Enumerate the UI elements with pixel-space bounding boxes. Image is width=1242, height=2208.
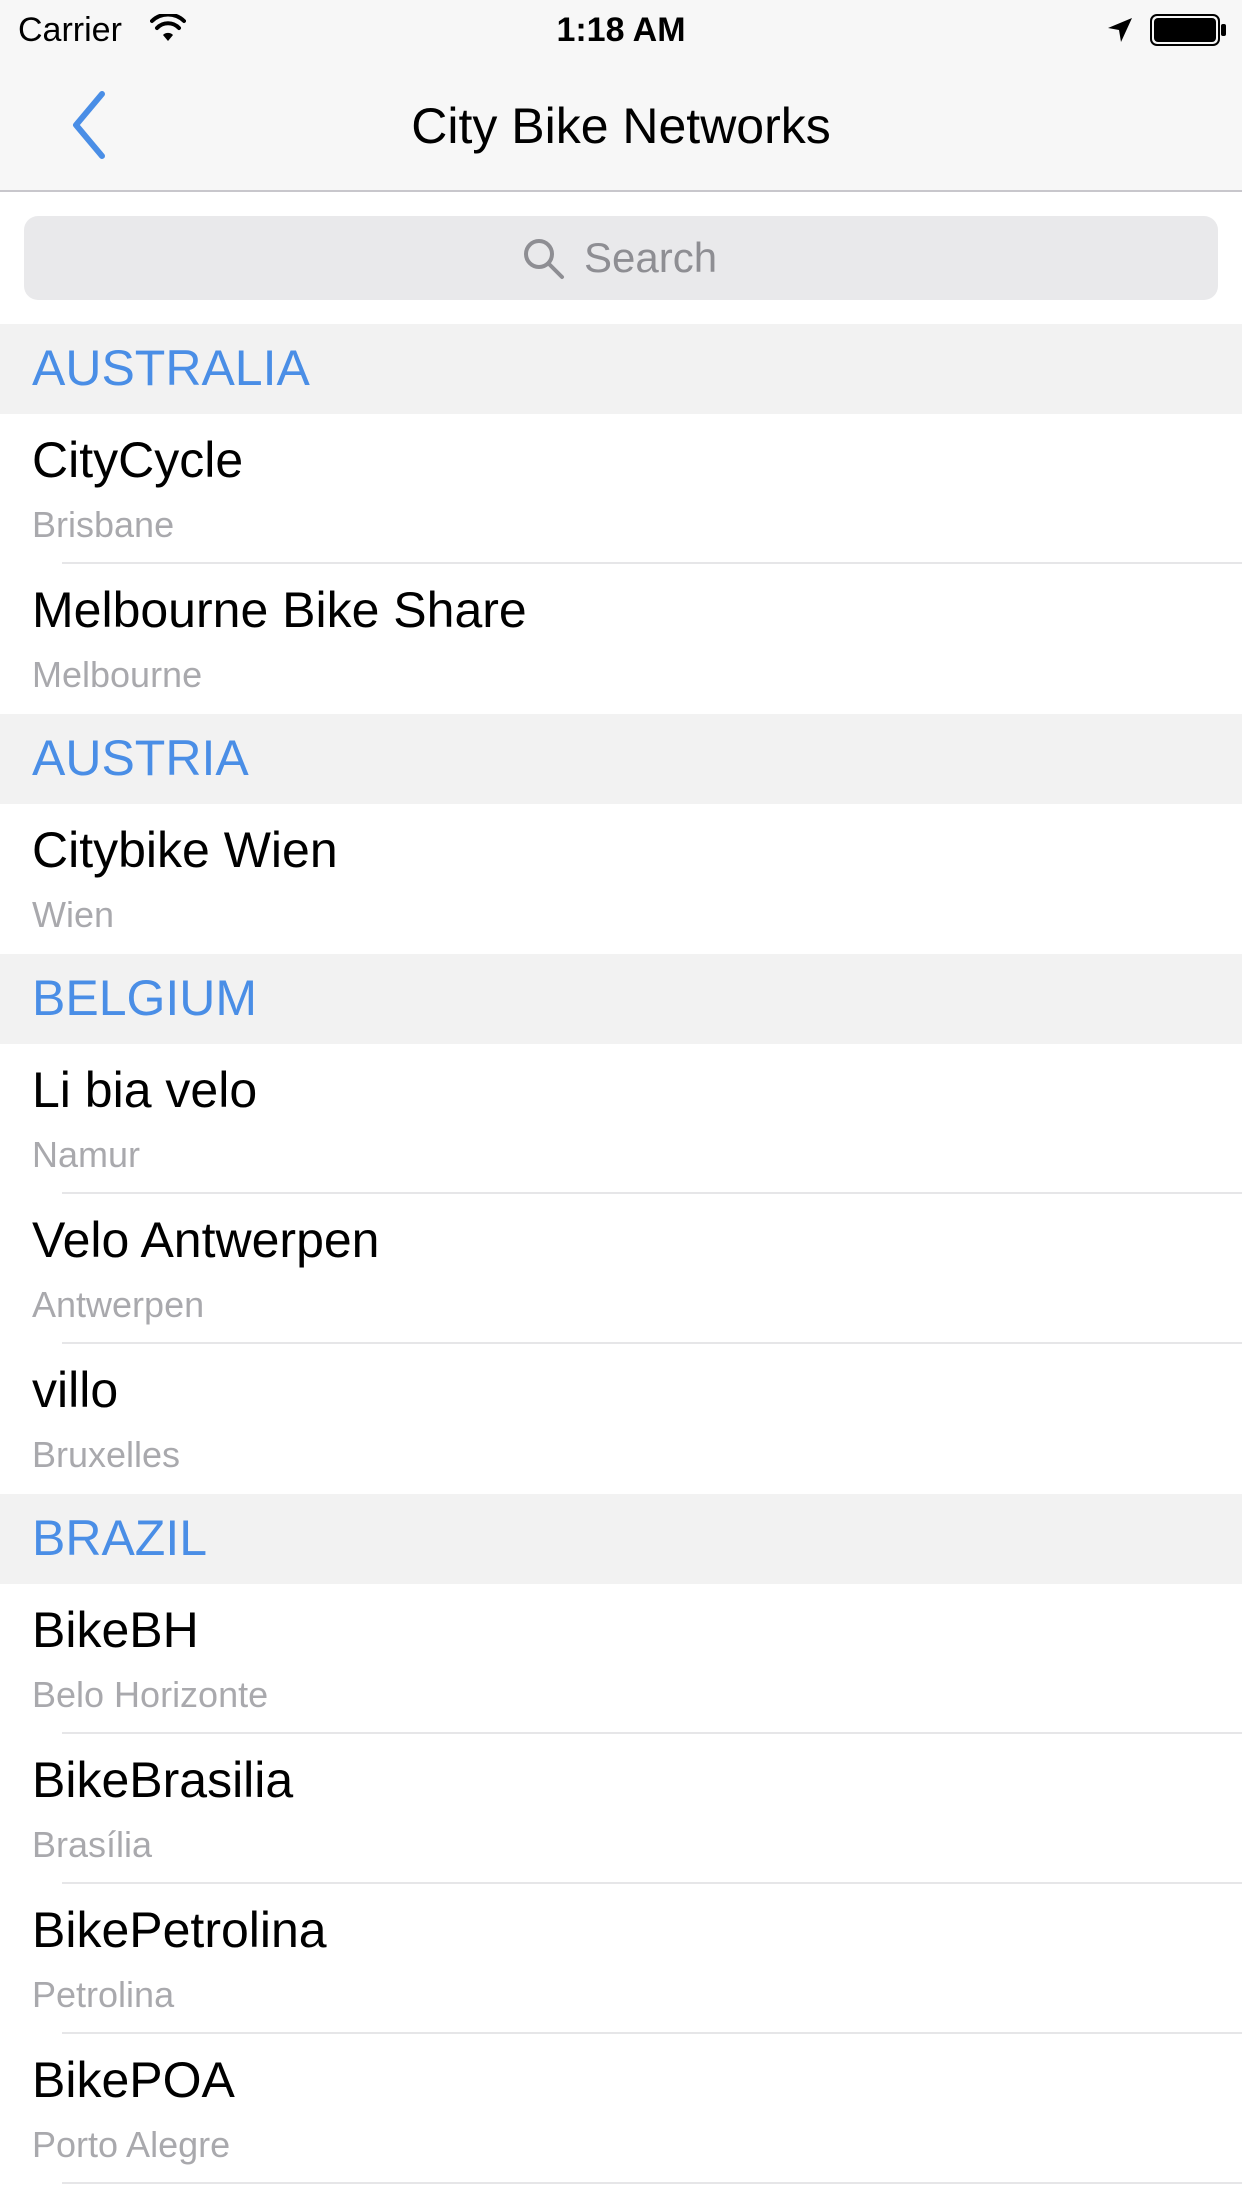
list-item[interactable]: Li bia velo Namur [0,1044,1242,1194]
network-name: Velo Antwerpen [32,1212,380,1268]
section-title: BELGIUM [32,970,258,1026]
list-item[interactable]: Citybike Wien Wien [0,804,1242,954]
list-item[interactable]: BikeBH Belo Horizonte [0,1584,1242,1734]
page-title: City Bike Networks [411,98,831,154]
network-name: Li bia velo [32,1062,258,1118]
status-bar: Carrier 1:18 AM [0,0,1242,60]
network-city: Antwerpen [32,1284,205,1325]
section-title: BRAZIL [32,1510,208,1566]
network-city: Wien [32,894,115,935]
network-city: Namur [32,1134,141,1175]
section-header-austria: AUSTRIA [0,714,1242,804]
network-name: BikeBrasilia [32,1752,294,1808]
navigation-bar: City Bike Networks [0,60,1242,192]
search-input[interactable] [584,228,1144,288]
network-city: Brisbane [32,504,175,545]
network-name: BikePOA [32,2052,235,2108]
network-city: Petrolina [32,1974,175,2015]
network-name: BikePetrolina [32,1902,327,1958]
network-name: CityCycle [32,432,244,488]
battery-icon [1150,14,1226,46]
network-city: Belo Horizonte [32,1674,269,1715]
network-city: Porto Alegre [32,2124,231,2165]
network-city: Bruxelles [32,1434,181,1475]
network-list[interactable]: AUSTRALIA CityCycle Brisbane Melbourne B… [0,324,1242,2184]
network-city: Melbourne [32,654,203,695]
search-icon [524,239,564,279]
section-title: AUSTRALIA [32,340,310,396]
network-name: BikeBH [32,1602,199,1658]
location-arrow-icon [1108,18,1132,42]
list-item[interactable]: villo Bruxelles [0,1344,1242,1494]
list-item[interactable]: BikePetrolina Petrolina [0,1884,1242,2034]
list-item[interactable]: Melbourne Bike Share Melbourne [0,564,1242,714]
network-name: Melbourne Bike Share [32,582,527,638]
section-header-australia: AUSTRALIA [0,324,1242,414]
list-item[interactable]: Velo Antwerpen Antwerpen [0,1194,1242,1344]
list-item[interactable]: CityCycle Brisbane [0,414,1242,564]
search-bar[interactable] [24,216,1218,300]
network-name: villo [32,1362,119,1418]
network-name: Citybike Wien [32,822,338,878]
list-item[interactable]: BikePOA Porto Alegre [0,2034,1242,2184]
list-item[interactable]: BikeBrasilia Brasília [0,1734,1242,1884]
section-header-brazil: BRAZIL [0,1494,1242,1584]
status-time: 1:18 AM [556,11,686,49]
search-area [0,192,1242,324]
network-city: Brasília [32,1824,153,1865]
section-header-belgium: BELGIUM [0,954,1242,1044]
section-title: AUSTRIA [32,730,249,786]
